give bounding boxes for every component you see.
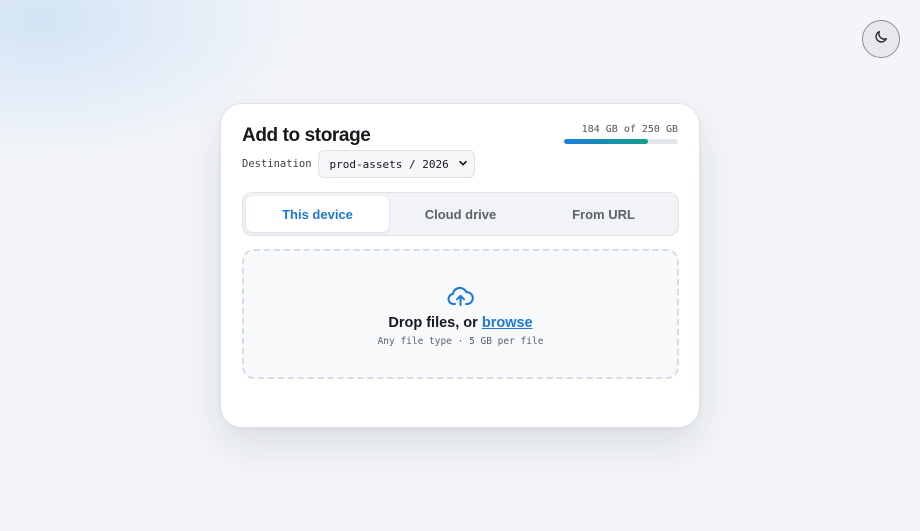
- upload-card: Add to storage 184 GB of 250 GB Destinat…: [220, 103, 700, 428]
- storage-quota: 184 GB of 250 GB: [548, 124, 678, 144]
- quota-bar: [564, 139, 678, 144]
- tab-from-url[interactable]: From URL: [532, 196, 675, 232]
- tab-this-device[interactable]: This device: [246, 196, 389, 232]
- destination-label: Destination: [242, 158, 312, 170]
- source-tabs: This device Cloud drive From URL: [242, 192, 679, 236]
- cloud-upload-icon: [447, 285, 474, 307]
- file-limit-hint: Any file type · 5 GB per file: [377, 336, 544, 347]
- quota-text: 184 GB of 250 GB: [581, 124, 678, 135]
- destination-select[interactable]: prod-assets / 2026: [317, 150, 475, 178]
- file-dropzone[interactable]: Drop files, or browse Any file type · 5 …: [242, 249, 679, 379]
- quota-bar-fill: [564, 139, 648, 144]
- tab-cloud-drive[interactable]: Cloud drive: [389, 196, 532, 232]
- moon-icon: [873, 29, 889, 50]
- drop-prompt: Drop files, or browse: [388, 315, 532, 331]
- destination-value: prod-assets / 2026: [329, 157, 449, 171]
- browse-link[interactable]: browse: [482, 315, 533, 331]
- card-title: Add to storage: [242, 125, 371, 146]
- destination-row: Destination prod-assets / 2026: [242, 150, 475, 178]
- theme-toggle-button[interactable]: [862, 20, 900, 58]
- drop-prompt-text: Drop files, or: [388, 315, 478, 331]
- chevron-down-icon: [458, 155, 468, 173]
